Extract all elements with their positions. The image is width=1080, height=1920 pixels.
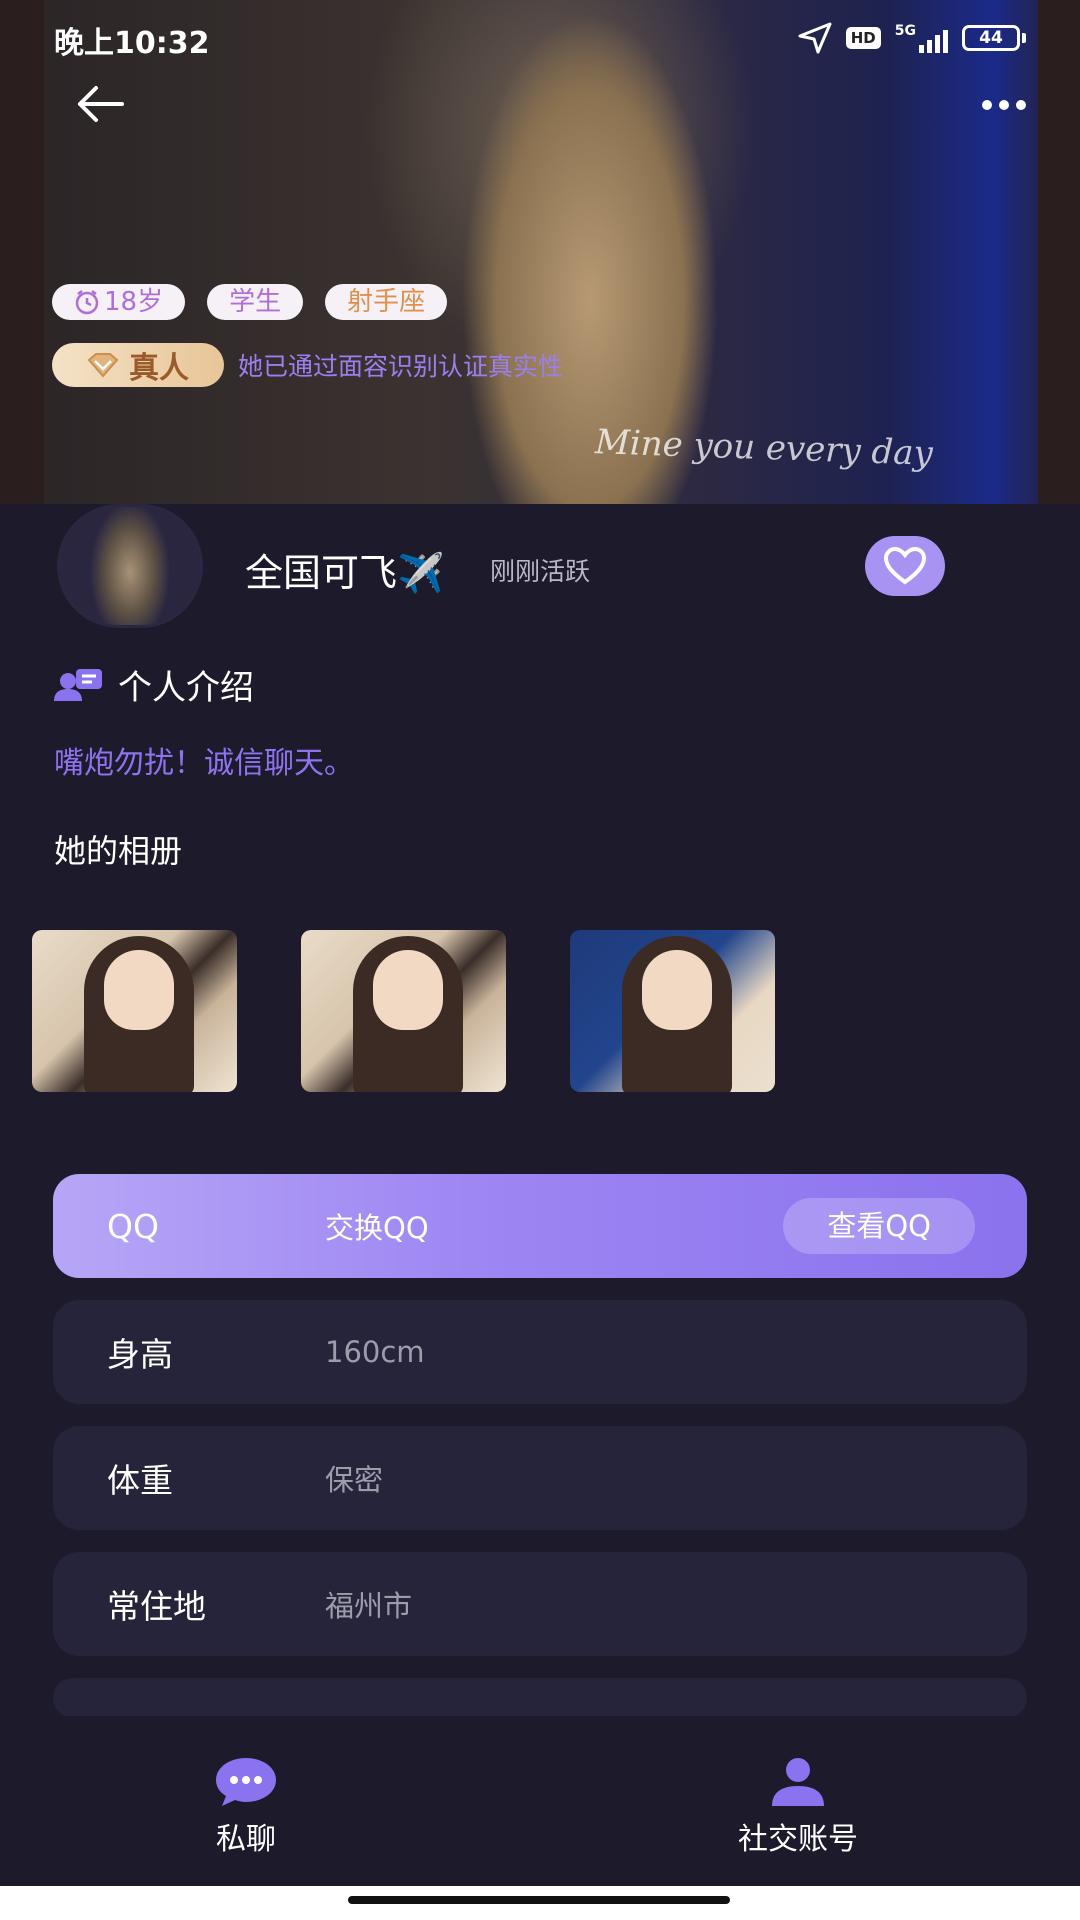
status-bar: 晚上10:32 HD 5G 44 xyxy=(0,0,1080,80)
tab-private-chat[interactable]: 私聊 xyxy=(214,1756,278,1858)
occupation-chip: 学生 xyxy=(207,284,304,320)
info-row-residence: 常住地 福州市 xyxy=(53,1552,1027,1656)
tab-label-social: 社交账号 xyxy=(738,1822,858,1857)
info-label: 身高 xyxy=(107,1335,173,1374)
intro-section-title: 个人介绍 xyxy=(54,660,254,709)
real-person-label: 真人 xyxy=(129,351,189,386)
album-photo[interactable] xyxy=(32,930,237,1092)
signal-icon: 5G xyxy=(895,23,948,53)
bottom-tab-bar: 私聊 社交账号 xyxy=(0,1716,1080,1886)
tag-chips: 18岁 学生 射手座 xyxy=(52,284,448,320)
qq-row: QQ 交换QQ 查看QQ xyxy=(53,1174,1027,1278)
location-arrow-icon xyxy=(798,22,832,54)
chat-bubble-icon xyxy=(216,1758,276,1806)
active-status: 刚刚活跃 xyxy=(490,557,591,586)
more-options-icon[interactable] xyxy=(980,98,1028,112)
qq-value: 交换QQ xyxy=(325,1211,429,1245)
network-type: 5G xyxy=(894,23,916,39)
battery-level: 44 xyxy=(962,25,1020,51)
info-list: QQ 交换QQ 查看QQ 身高 160cm 体重 保密 常住地 福州市 xyxy=(53,1174,1027,1740)
photo-album xyxy=(32,930,775,1092)
info-label: 常住地 xyxy=(107,1587,206,1626)
info-label: 体重 xyxy=(107,1461,173,1500)
battery-icon: 44 xyxy=(962,25,1026,51)
real-person-badge: 真人 xyxy=(52,343,224,387)
view-qq-button[interactable]: 查看QQ xyxy=(783,1198,975,1254)
info-value: 福州市 xyxy=(325,1589,413,1623)
age-text: 18岁 xyxy=(104,287,164,317)
tab-label-chat: 私聊 xyxy=(216,1822,276,1857)
album-photo[interactable] xyxy=(301,930,506,1092)
hd-badge: HD xyxy=(845,27,881,49)
intro-text: 嘴炮勿扰！诚信聊天。 xyxy=(54,746,354,781)
zodiac-chip: 射手座 xyxy=(325,284,448,320)
info-row-height: 身高 160cm xyxy=(53,1300,1027,1404)
tab-social-account[interactable]: 社交账号 xyxy=(738,1756,858,1858)
user-icon xyxy=(772,1758,824,1806)
album-title: 她的相册 xyxy=(54,832,183,870)
info-value: 保密 xyxy=(325,1463,384,1497)
home-indicator[interactable] xyxy=(348,1896,730,1904)
avatar[interactable] xyxy=(57,504,203,628)
status-time: 晚上10:32 xyxy=(54,26,210,61)
verification-row: 真人 她已通过面容识别认证真实性 xyxy=(52,343,563,387)
person-card-icon xyxy=(54,668,102,701)
status-icons: HD 5G 44 xyxy=(798,22,1026,54)
album-photo[interactable] xyxy=(570,930,775,1092)
verification-text: 她已通过面容识别认证真实性 xyxy=(238,352,564,381)
like-button[interactable] xyxy=(865,536,945,596)
intro-title: 个人介绍 xyxy=(118,668,254,708)
diamond-icon xyxy=(87,353,119,378)
info-value: 160cm xyxy=(325,1335,425,1369)
profile-header: 全国可飞✈️ 刚刚活跃 xyxy=(0,504,1080,634)
info-row-cutoff xyxy=(53,1678,1027,1718)
clock-icon xyxy=(75,290,99,315)
back-arrow-icon[interactable] xyxy=(72,82,128,126)
info-row-weight: 体重 保密 xyxy=(53,1426,1027,1530)
age-chip: 18岁 xyxy=(52,284,186,320)
hero-overlay-text: Mine you every day xyxy=(594,422,934,474)
heart-icon xyxy=(883,547,927,585)
qq-label: QQ xyxy=(107,1206,159,1246)
profile-name: 全国可飞✈️ xyxy=(245,551,445,595)
